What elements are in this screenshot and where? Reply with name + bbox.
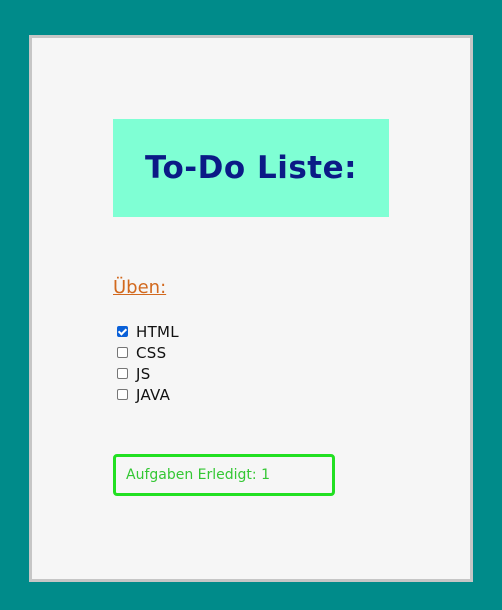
- task-checkbox-html[interactable]: [117, 325, 128, 337]
- title-banner: To-Do Liste:: [113, 119, 389, 217]
- section-heading: Üben:: [113, 277, 167, 298]
- task-list: HTML CSS JS JAVA: [117, 321, 179, 405]
- completed-count-text: Aufgaben Erledigt: 1: [126, 467, 270, 483]
- task-label[interactable]: CSS: [136, 344, 166, 362]
- task-item-css[interactable]: CSS: [117, 342, 179, 363]
- task-label[interactable]: HTML: [136, 323, 179, 341]
- todo-card: To-Do Liste: Üben: HTML CSS JS JAVA Aufg…: [29, 35, 473, 582]
- page-title: To-Do Liste:: [144, 150, 358, 186]
- task-item-java[interactable]: JAVA: [117, 384, 179, 405]
- task-label[interactable]: JAVA: [136, 386, 170, 404]
- task-checkbox-css[interactable]: [117, 347, 128, 358]
- task-label[interactable]: JS: [136, 365, 151, 383]
- task-checkbox-js[interactable]: [117, 368, 128, 379]
- check-icon: [117, 325, 128, 336]
- completed-count-box: Aufgaben Erledigt: 1: [113, 454, 335, 496]
- task-item-html[interactable]: HTML: [117, 321, 179, 342]
- task-checkbox-java[interactable]: [117, 389, 128, 400]
- task-item-js[interactable]: JS: [117, 363, 179, 384]
